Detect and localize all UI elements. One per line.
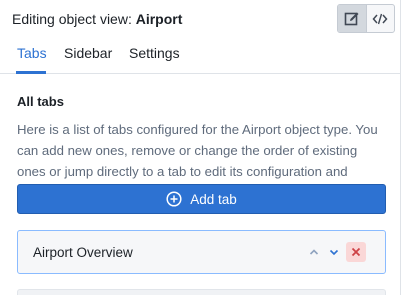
active-tab-indicator <box>16 71 46 74</box>
move-down-button[interactable] <box>324 242 344 262</box>
tab-list-item[interactable]: Airport Overview <box>17 230 386 274</box>
add-tab-label: Add tab <box>190 191 237 207</box>
tab-tabs[interactable]: Tabs <box>17 44 47 62</box>
tab-settings[interactable]: Settings <box>129 44 180 62</box>
chevron-down-icon <box>329 249 339 256</box>
tab-list-item-partial[interactable] <box>17 289 386 295</box>
delete-icon <box>351 247 361 257</box>
panel-title-prefix: Editing object view: <box>12 11 136 27</box>
view-mode-toggle <box>337 4 395 33</box>
tab-list-item-label: Airport Overview <box>33 245 133 260</box>
code-mode-button[interactable] <box>365 5 394 32</box>
edit-mode-button[interactable] <box>338 5 366 32</box>
chevron-up-icon <box>309 249 319 255</box>
object-name: Airport <box>135 11 183 27</box>
section-title: All tabs <box>17 94 64 109</box>
plus-circle-icon <box>166 191 182 207</box>
delete-tab-button[interactable] <box>346 242 366 262</box>
add-tab-button[interactable]: Add tab <box>17 184 386 214</box>
editor-tabs: Tabs Sidebar Settings <box>0 38 400 74</box>
edit-icon <box>344 12 359 25</box>
tab-sidebar[interactable]: Sidebar <box>64 44 112 62</box>
panel-title: Editing object view: Airport <box>12 10 182 28</box>
move-up-button[interactable] <box>304 242 324 262</box>
panel-header: Editing object view: Airport <box>0 0 400 38</box>
code-icon <box>372 13 388 24</box>
